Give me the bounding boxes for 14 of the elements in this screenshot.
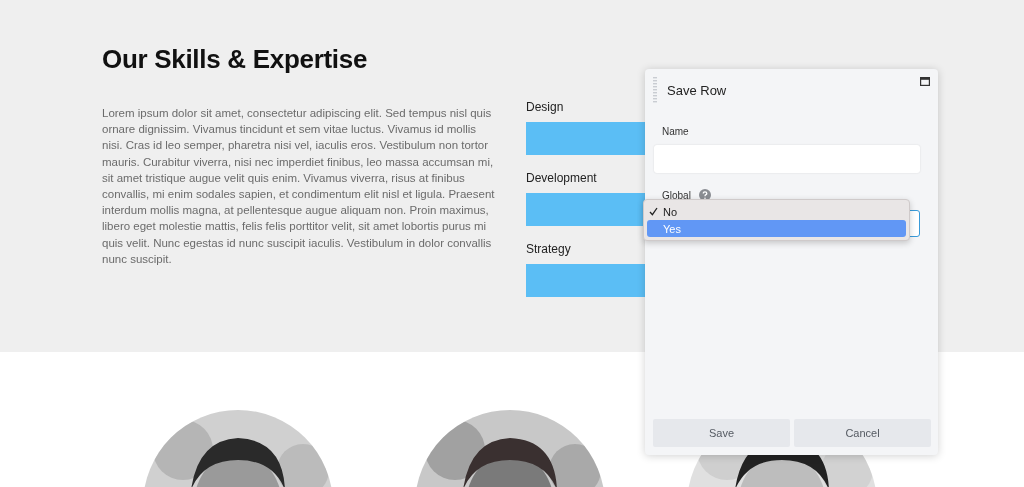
save-button[interactable]: Save [653, 419, 790, 447]
menu-option[interactable]: No [647, 203, 906, 220]
skill-label: Strategy [526, 242, 572, 258]
field-label: Global [662, 189, 691, 201]
section-title: Our Skills & Expertise [102, 44, 369, 75]
skill-label: Development [526, 171, 598, 187]
check-icon [649, 207, 658, 216]
skill-label: Design [526, 100, 565, 116]
dialog-title: Save Row [667, 82, 728, 98]
body-paragraph: Lorem ipsum dolor sit amet, consectetur adipiscing elit. Sed tempus nisl quis ornare dignissim. Vivamus tincidunt et sem vitae luctus. Vivamus id mollis nisi. Cras id leo semper, pharetra nisi vel, iaculis eros. Vestibulum non tortor mauris. Curabitur viverra, nisi nec imperdiet finibus, leo massa accumsan mi, sit amet tristique augue velit quis enim. Vivamus viverra, risus at finibus convallis, mi enim sodales sapien, et condimentum elit nisl et ligula. Praesent interdum mollis magna, at pellentesque augue aliquam non. Proin maximus, libero eget molestie mattis, felis felis porttitor velit, sit amet lobortis purus mi quis velit. Nunc egestas id nunc suscipit iaculis. Vestibulum in dolor convallis nunc suscipit. [102, 106, 496, 267]
cancel-button[interactable]: Cancel [794, 419, 931, 447]
field-label: Name [662, 126, 690, 137]
window-icon[interactable] [920, 77, 930, 86]
drag-handle-icon[interactable] [653, 77, 657, 103]
